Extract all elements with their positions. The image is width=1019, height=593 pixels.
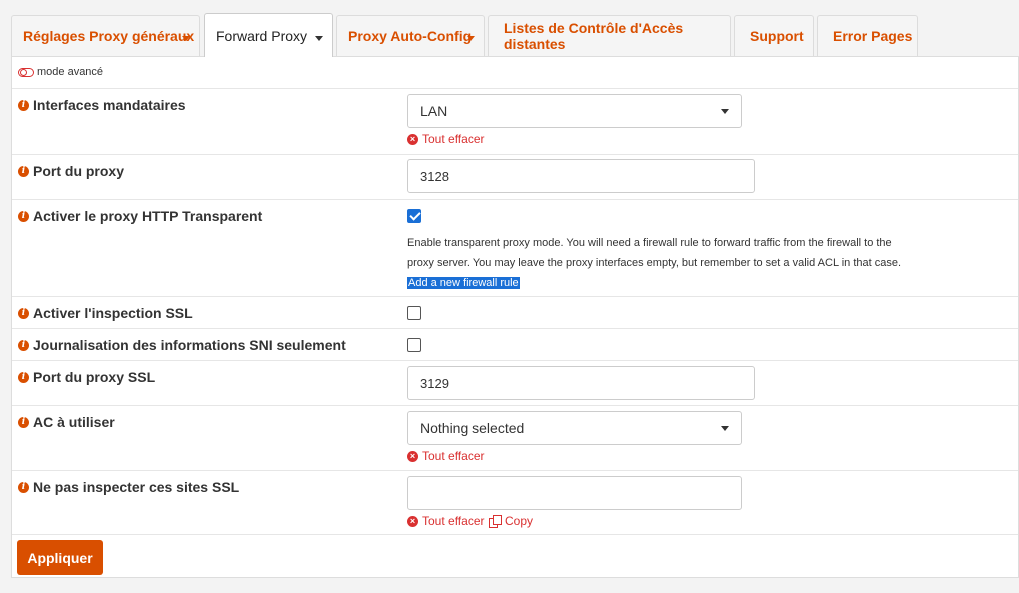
info-icon[interactable]: i [18,165,29,177]
tab-bar: Réglages Proxy généraux Forward Proxy Pr… [11,13,1019,57]
tab-general-settings[interactable]: Réglages Proxy généraux [11,15,200,56]
close-circle-icon: × [407,133,418,145]
ca-select[interactable]: Nothing selected [407,411,742,445]
row-interfaces: i Interfaces mandataires LAN × Tout effa… [12,88,1018,154]
tab-proxy-auto-config[interactable]: Proxy Auto-Config [336,15,485,56]
proxy-port-input[interactable]: 3128 [407,159,755,193]
chevron-down-icon[interactable] [182,36,190,41]
sni-only-checkbox[interactable] [407,338,421,352]
apply-button[interactable]: Appliquer [17,540,103,575]
info-icon[interactable]: i [18,481,29,493]
tab-label: Forward Proxy [216,27,308,44]
field-label: i Activer l'inspection SSL [18,305,193,321]
field-label: i Activer le proxy HTTP Transparent [18,208,262,224]
tab-remote-acls[interactable]: Listes de Contrôle d'Accès distantes [488,15,731,56]
transparent-help-text: Enable transparent proxy mode. You will … [407,237,902,289]
ssl-port-input[interactable]: 3129 [407,366,755,400]
field-label: i Port du proxy [18,163,124,179]
row-sni-only: i Journalisation des informations SNI se… [12,328,1018,360]
chevron-down-icon [721,426,729,431]
toggle-off-icon[interactable] [18,67,34,77]
ssl-inspection-checkbox[interactable] [407,306,421,320]
info-icon[interactable]: i [18,339,29,351]
tab-forward-proxy[interactable]: Forward Proxy [204,13,333,57]
row-transparent-proxy: i Activer le proxy HTTP Transparent Enab… [12,199,1018,296]
copy-link[interactable]: Copy [489,514,533,528]
tab-label: Réglages Proxy généraux [23,28,195,44]
divider [12,534,1018,535]
row-no-inspect-sites: i Ne pas inspecter ces sites SSL × Tout … [12,470,1018,534]
clear-all-link[interactable]: × Tout effacer [407,132,484,146]
clear-all-link[interactable]: × Tout effacer [407,514,484,528]
advanced-mode-toggle[interactable]: mode avancé [18,66,103,78]
settings-panel: mode avancé i Interfaces mandataires LAN… [11,56,1019,578]
row-ca: i AC à utiliser Nothing selected × Tout … [12,405,1018,470]
clear-all-link[interactable]: × Tout effacer [407,449,484,463]
info-icon[interactable]: i [18,416,29,428]
row-ssl-port: i Port du proxy SSL 3129 [12,360,1018,405]
info-icon[interactable]: i [18,371,29,383]
field-label: i Interfaces mandataires [18,97,186,113]
field-label: i Journalisation des informations SNI se… [18,337,346,353]
tab-support[interactable]: Support [734,15,814,56]
interfaces-select[interactable]: LAN [407,94,742,128]
transparent-proxy-checkbox[interactable] [407,209,421,223]
copy-icon [489,515,502,528]
close-circle-icon: × [407,450,418,462]
info-icon[interactable]: i [18,210,29,222]
info-icon[interactable]: i [18,99,29,111]
field-label: i AC à utiliser [18,414,115,430]
advanced-mode-label: mode avancé [37,66,104,78]
info-icon[interactable]: i [18,307,29,319]
add-firewall-rule-link[interactable]: Add a new firewall rule [407,277,520,289]
chevron-down-icon [721,109,729,114]
no-inspect-sites-input[interactable] [407,476,742,510]
chevron-down-icon[interactable] [467,36,475,41]
tab-error-pages[interactable]: Error Pages [817,15,918,56]
field-label: i Ne pas inspecter ces sites SSL [18,479,239,495]
close-circle-icon: × [407,515,418,527]
field-label: i Port du proxy SSL [18,369,155,385]
tab-label: Proxy Auto-Config [348,28,472,44]
row-proxy-port: i Port du proxy 3128 [12,154,1018,199]
tab-label: Error Pages [833,28,913,44]
row-ssl-inspection: i Activer l'inspection SSL [12,296,1018,328]
tab-label: Support [750,28,804,44]
tab-label: Listes de Contrôle d'Accès distantes [504,20,684,52]
chevron-down-icon[interactable] [315,36,323,41]
